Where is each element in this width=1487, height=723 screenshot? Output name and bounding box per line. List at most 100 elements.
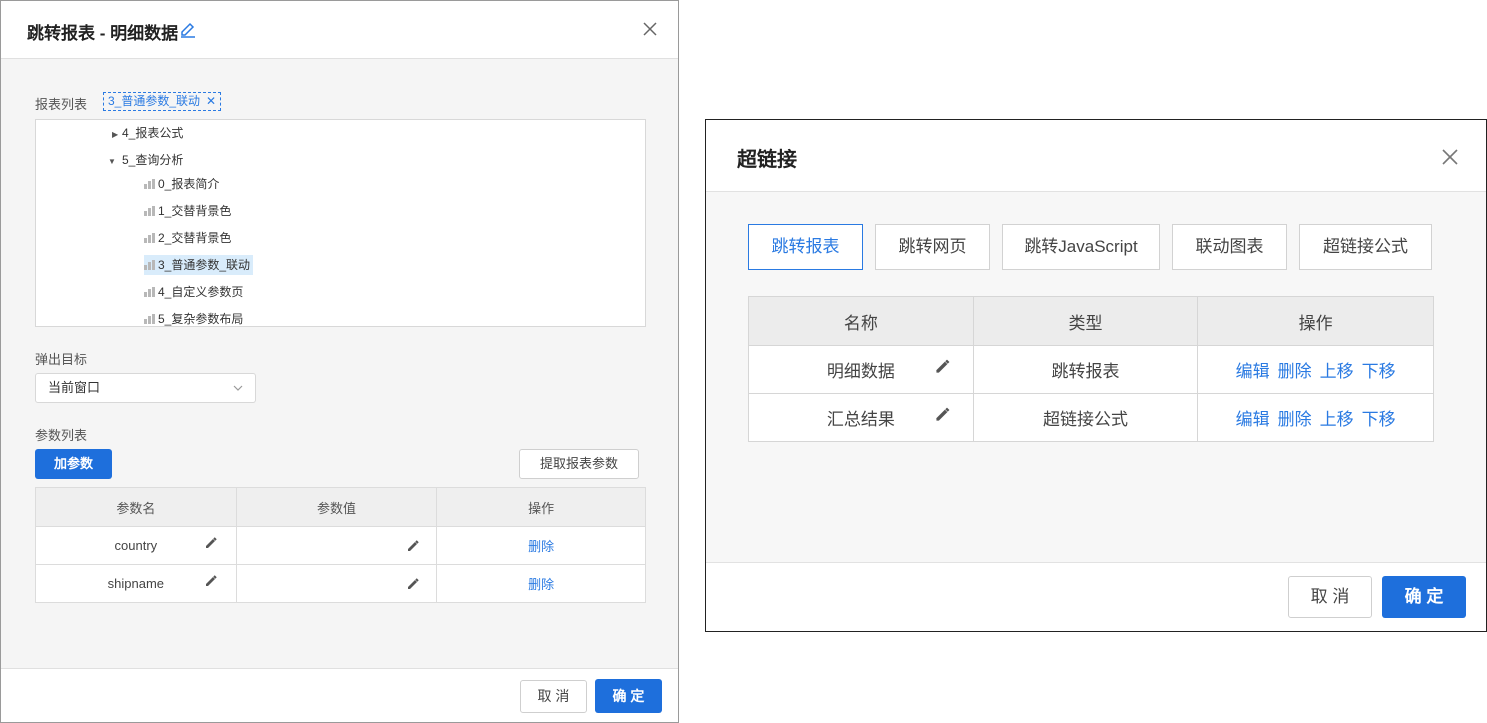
- tag-close-icon[interactable]: ✕: [206, 94, 216, 108]
- pencil-icon[interactable]: [406, 577, 420, 591]
- chevron-down-icon: [233, 385, 243, 391]
- tree-report-item[interactable]: 1_交替背景色: [144, 201, 231, 221]
- close-icon[interactable]: [1440, 147, 1460, 167]
- delete-link[interactable]: 删除: [1278, 362, 1312, 381]
- move-down-link[interactable]: 下移: [1362, 410, 1396, 429]
- popup-target-label: 弹出目标: [35, 352, 88, 367]
- popup-target-select[interactable]: 当前窗口: [35, 373, 256, 403]
- cancel-button[interactable]: 取 消: [1288, 576, 1372, 618]
- param-name: country: [114, 538, 158, 553]
- delete-link[interactable]: 删除: [1278, 410, 1312, 429]
- tab-jump-javascript[interactable]: 跳转JavaScript: [1002, 224, 1160, 270]
- action-cell: 删除: [436, 564, 646, 603]
- dialog-title: 跳转报表 - 明细数据: [27, 24, 179, 43]
- selected-report-tag[interactable]: 3_普通参数_联动 ✕: [103, 92, 222, 111]
- action-cell: 编辑 删除 上移 下移: [1197, 345, 1434, 394]
- close-icon[interactable]: [641, 20, 659, 38]
- param-value-cell[interactable]: [235, 564, 438, 603]
- hyperlink-dialog: 超链接 跳转报表 跳转网页 跳转JavaScript 联动图表 超链接公式 名称…: [705, 119, 1487, 632]
- table-row: shipname 删除: [35, 564, 646, 603]
- tree-report-item[interactable]: 4_自定义参数页: [144, 282, 243, 302]
- table-row: country 删除: [35, 526, 646, 565]
- move-up-link[interactable]: 上移: [1320, 362, 1354, 381]
- column-header: 参数名: [35, 487, 237, 527]
- report-icon: [144, 287, 158, 297]
- tree-report-item[interactable]: 0_报表简介: [144, 174, 219, 194]
- tree-item-label: 5_查询分析: [122, 153, 184, 167]
- jump-report-dialog: 跳转报表 - 明细数据 报表列表 3_普通参数_联动 ✕ ▶ 4_报表公式 ▼ 5_查…: [0, 0, 679, 723]
- tab-jump-report[interactable]: 跳转报表: [748, 224, 863, 270]
- param-name-cell[interactable]: country: [35, 526, 237, 565]
- hyperlink-name: 明细数据: [826, 362, 895, 381]
- ok-button[interactable]: 确 定: [1382, 576, 1466, 618]
- column-header: 操作: [1197, 296, 1434, 346]
- popup-target-value: 当前窗口: [48, 380, 101, 395]
- delete-link[interactable]: 删除: [528, 539, 554, 554]
- dialog-footer: 取 消 确 定: [706, 562, 1486, 631]
- report-icon: [144, 179, 158, 189]
- column-header: 操作: [436, 487, 646, 527]
- ok-button[interactable]: 确 定: [595, 679, 662, 713]
- pencil-icon[interactable]: [406, 539, 420, 553]
- column-header: 类型: [972, 296, 1199, 346]
- caret-down-icon[interactable]: ▼: [108, 152, 118, 172]
- tree-report-item[interactable]: 5_复杂参数布局: [144, 309, 244, 326]
- pencil-icon[interactable]: [204, 574, 218, 588]
- param-name-cell[interactable]: shipname: [35, 564, 237, 603]
- dialog-footer: 取 消 确 定: [1, 668, 678, 722]
- report-tree[interactable]: ▶ 4_报表公式 ▼ 5_查询分析 0_报表简介 1_交替背景色 2_交替背景色 3…: [35, 119, 646, 327]
- name-cell[interactable]: 明细数据: [748, 345, 974, 394]
- extract-params-button[interactable]: 提取报表参数: [519, 449, 639, 479]
- tree-item-label: 5_复杂参数布局: [158, 312, 244, 326]
- tree-folder-item[interactable]: ▶ 4_报表公式: [112, 123, 183, 143]
- tree-item-label: 3_普通参数_联动: [158, 258, 251, 272]
- report-icon: [144, 260, 158, 270]
- tree-item-label: 4_报表公式: [122, 126, 184, 140]
- report-icon: [144, 206, 158, 216]
- table-header-row: 参数名 参数值 操作: [35, 487, 646, 527]
- hyperlink-table: 名称 类型 操作 明细数据 跳转报表 编辑 删除 上移 下移 汇总结果 超链接公式 编…: [748, 296, 1434, 442]
- tree-report-item-selected[interactable]: 3_普通参数_联动: [144, 255, 254, 275]
- type-cell: 跳转报表: [972, 345, 1199, 394]
- edit-link[interactable]: 编辑: [1236, 362, 1270, 381]
- pencil-icon[interactable]: [204, 536, 218, 550]
- action-cell: 删除: [436, 526, 646, 565]
- tree-item-label: 1_交替背景色: [158, 204, 232, 218]
- table-row: 明细数据 跳转报表 编辑 删除 上移 下移: [748, 345, 1434, 394]
- tree-item-label: 0_报表简介: [158, 177, 220, 191]
- delete-link[interactable]: 删除: [528, 577, 554, 592]
- tab-jump-webpage[interactable]: 跳转网页: [875, 224, 990, 270]
- type-cell: 超链接公式: [972, 393, 1199, 442]
- tab-linked-chart[interactable]: 联动图表: [1172, 224, 1287, 270]
- edit-title-icon[interactable]: [179, 20, 197, 38]
- table-row: 汇总结果 超链接公式 编辑 删除 上移 下移: [748, 393, 1434, 442]
- param-value-cell[interactable]: [235, 526, 438, 565]
- tab-hyperlink-formula[interactable]: 超链接公式: [1299, 224, 1432, 270]
- pencil-icon[interactable]: [934, 358, 951, 375]
- dialog-header: 超链接: [706, 120, 1486, 192]
- tree-item-label: 2_交替背景色: [158, 231, 232, 245]
- param-list-label: 参数列表: [35, 428, 88, 443]
- caret-right-icon[interactable]: ▶: [112, 125, 122, 145]
- tree-item-label: 4_自定义参数页: [158, 285, 244, 299]
- action-cell: 编辑 删除 上移 下移: [1197, 393, 1434, 442]
- move-up-link[interactable]: 上移: [1320, 410, 1354, 429]
- add-param-button[interactable]: 加参数: [35, 449, 112, 479]
- pencil-icon[interactable]: [934, 406, 951, 423]
- edit-link[interactable]: 编辑: [1236, 410, 1270, 429]
- report-icon: [144, 233, 158, 243]
- tree-report-item[interactable]: 2_交替背景色: [144, 228, 231, 248]
- move-down-link[interactable]: 下移: [1362, 362, 1396, 381]
- selected-report-tag-label: 3_普通参数_联动: [108, 94, 201, 108]
- column-header: 名称: [748, 296, 974, 346]
- report-icon: [144, 314, 158, 324]
- dialog-header: 跳转报表 - 明细数据: [1, 1, 678, 59]
- name-cell[interactable]: 汇总结果: [748, 393, 974, 442]
- hyperlink-name: 汇总结果: [826, 410, 895, 429]
- param-name: shipname: [107, 576, 165, 591]
- dialog-title: 超链接: [737, 149, 797, 171]
- column-header: 参数值: [235, 487, 438, 527]
- cancel-button[interactable]: 取 消: [520, 680, 587, 713]
- tree-folder-item[interactable]: ▼ 5_查询分析: [108, 150, 183, 170]
- table-header-row: 名称 类型 操作: [748, 296, 1434, 346]
